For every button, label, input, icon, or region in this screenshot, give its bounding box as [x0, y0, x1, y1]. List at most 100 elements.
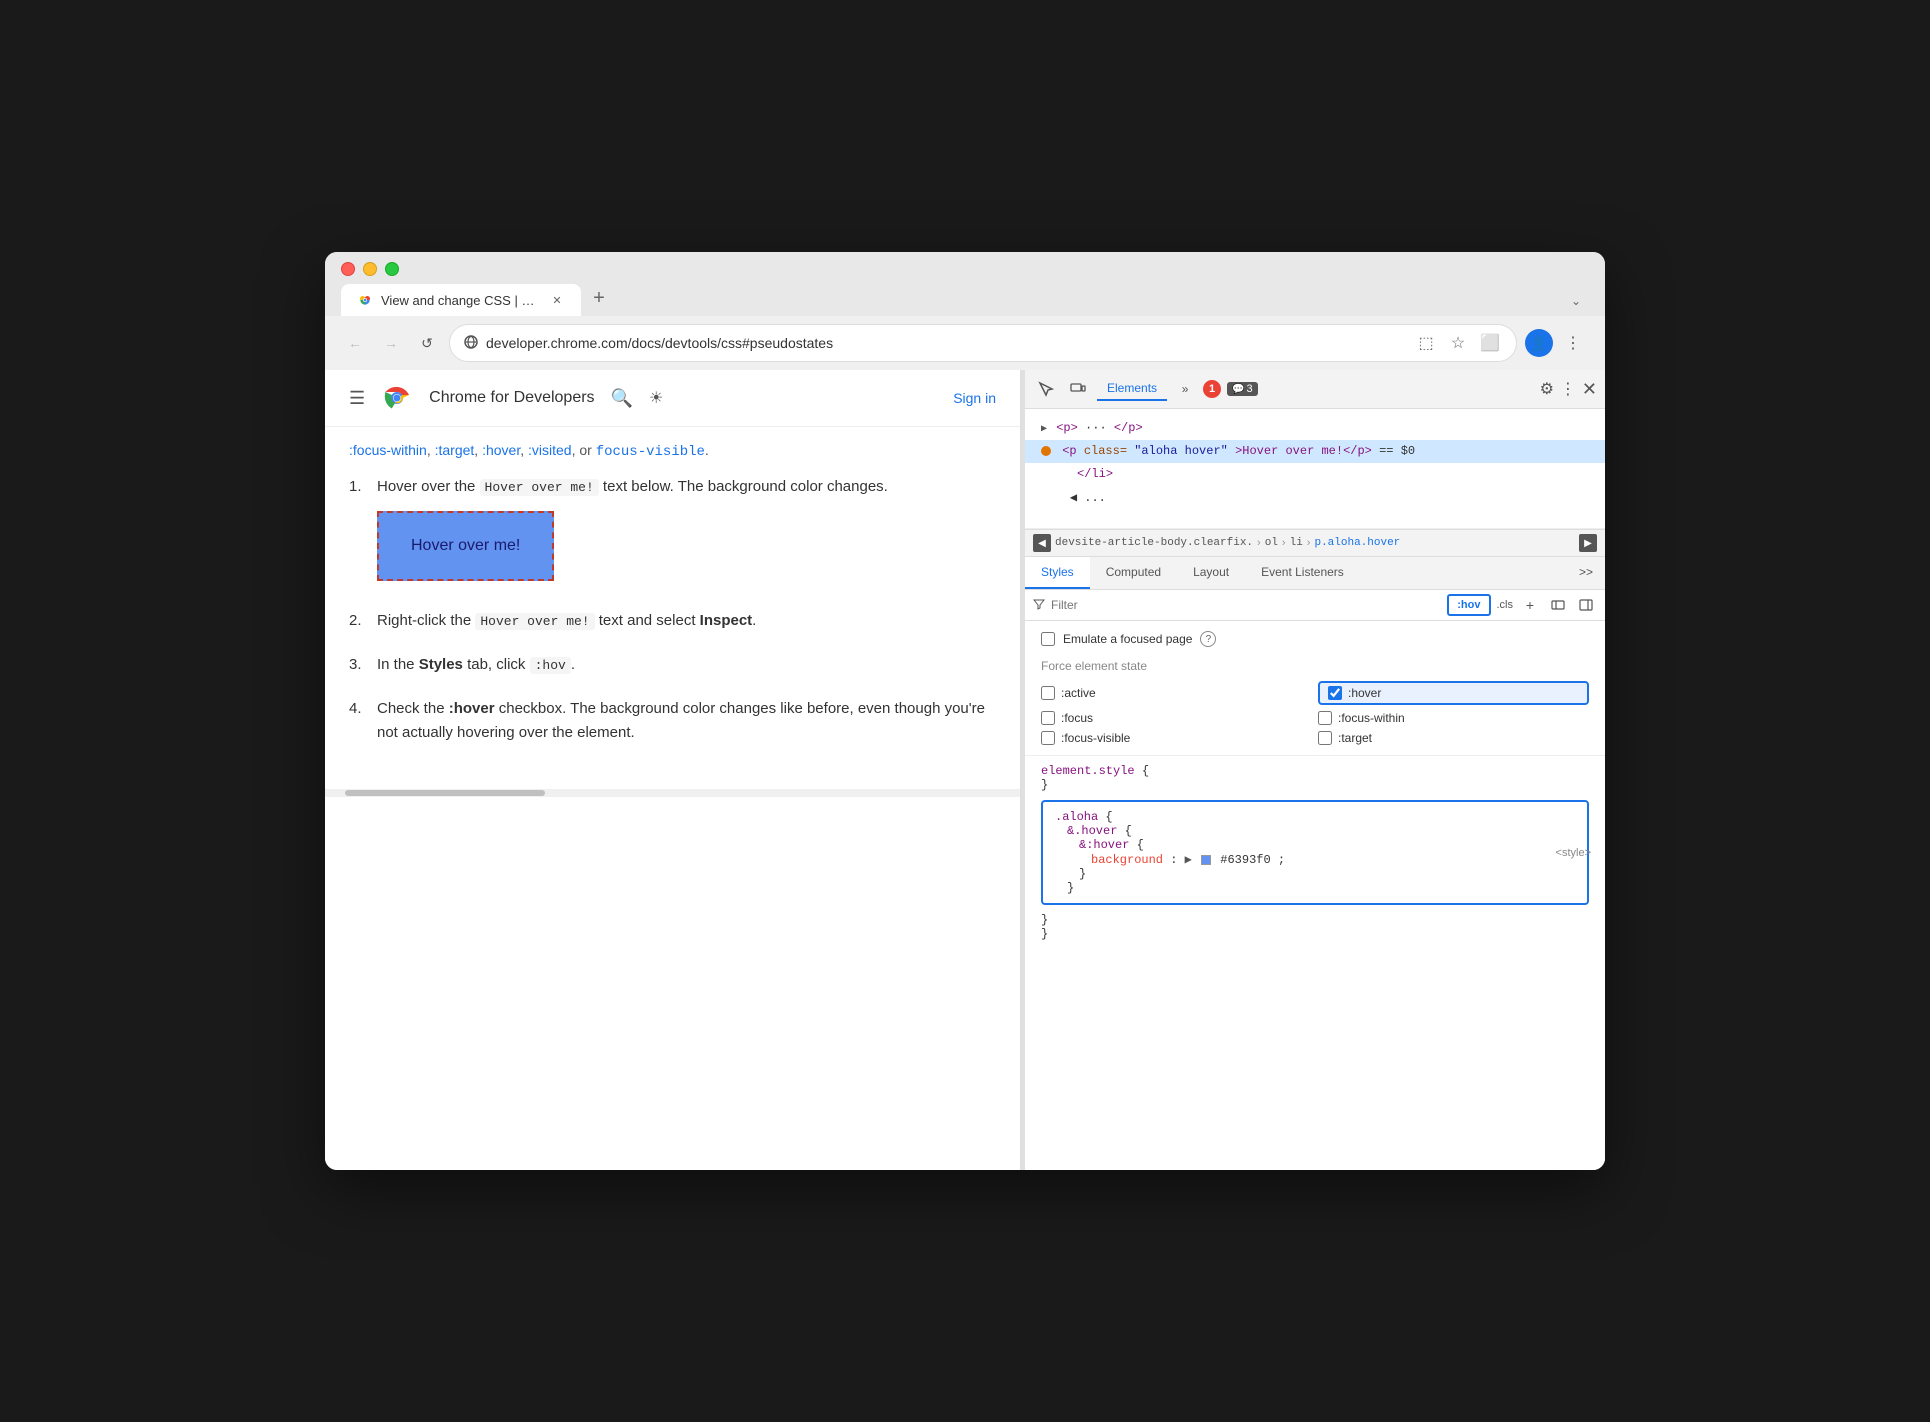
cast-button[interactable]: ⬚ [1414, 331, 1438, 355]
dom-li-close: </li> [1077, 467, 1113, 481]
state-target-checkbox[interactable] [1318, 731, 1332, 745]
state-hover: :hover [1318, 681, 1589, 705]
hamburger-icon[interactable]: ☰ [349, 388, 365, 409]
focus-within-link[interactable]: :focus-within [349, 442, 427, 458]
filter-input[interactable] [1051, 598, 1441, 612]
breadcrumb-item-3[interactable]: li [1290, 537, 1303, 549]
dom-p-open: <p [1062, 444, 1084, 458]
more-tools-button[interactable]: » [1173, 377, 1197, 401]
device-toggle-tool[interactable] [1065, 376, 1091, 402]
address-bar[interactable]: developer.chrome.com/docs/devtools/css#p… [449, 324, 1517, 362]
cls-button[interactable]: .cls [1497, 599, 1514, 611]
new-tab-button[interactable]: + [585, 284, 613, 312]
theme-toggle-icon[interactable]: ☀ [649, 388, 663, 408]
focus-visible-text: focus-visible [596, 444, 705, 460]
state-focus-checkbox[interactable] [1041, 711, 1055, 725]
tabs-row: View and change CSS | Chr ✕ + ⌄ [341, 284, 1589, 316]
breadcrumb-next-button[interactable]: ▶ [1579, 534, 1597, 552]
error-badge: 1 [1203, 380, 1221, 398]
title-bar: View and change CSS | Chr ✕ + ⌄ [325, 252, 1605, 316]
breadcrumb-prev-button[interactable]: ◀ [1033, 534, 1051, 552]
add-style-rule-button[interactable]: + [1519, 594, 1541, 616]
back-button[interactable]: ← [341, 329, 369, 357]
dom-expand-icon[interactable]: ▶ [1041, 424, 1047, 435]
state-focus-visible-checkbox[interactable] [1041, 731, 1055, 745]
hover-demo-box[interactable]: Hover over me! [377, 511, 554, 581]
browser-window: View and change CSS | Chr ✕ + ⌄ ← → ↺ de… [325, 252, 1605, 1170]
dom-line-4[interactable]: ◀ ... [1025, 487, 1605, 510]
emulate-help-icon[interactable]: ? [1200, 631, 1216, 647]
hov-button[interactable]: :hov [1447, 594, 1490, 616]
tab-computed[interactable]: Computed [1090, 557, 1177, 589]
step-1-text: Hover over the Hover over me! text below… [377, 475, 996, 499]
state-active-label: :active [1061, 686, 1096, 700]
emulate-focused-page-checkbox[interactable] [1041, 632, 1055, 646]
devtools-settings-button[interactable]: ⚙ [1540, 379, 1554, 399]
aloha-color-swatch[interactable] [1201, 855, 1211, 865]
state-focus-within-checkbox[interactable] [1318, 711, 1332, 725]
target-link[interactable]: :target [435, 442, 475, 458]
step-1: 1. Hover over the Hover over me! text be… [349, 475, 996, 589]
warning-count: 3 [1246, 383, 1252, 395]
aloha-color-value: #6393f0 [1220, 853, 1270, 867]
dom-ellipsis: ··· [1085, 421, 1114, 435]
step-3: 3. In the Styles tab, click :hov. [349, 653, 996, 677]
nav-bar: ← → ↺ developer.chrome.com/docs/devtools… [325, 316, 1605, 370]
toolbar-actions: 👤 ⋮ [1525, 327, 1589, 359]
tab-event-listeners[interactable]: Event Listeners [1245, 557, 1360, 589]
outer-close-2: } [1041, 927, 1048, 941]
breadcrumb-item-4[interactable]: p.aloha.hover [1314, 537, 1400, 549]
state-active-checkbox[interactable] [1041, 686, 1055, 700]
horizontal-scrollbar[interactable] [325, 789, 1020, 797]
horizontal-scrollbar-thumb[interactable] [345, 790, 545, 796]
refresh-button[interactable]: ↺ [413, 329, 441, 357]
breadcrumb-item-2[interactable]: ol [1265, 537, 1278, 549]
dom-line-1[interactable]: ▶ <p> ··· </p> [1025, 417, 1605, 440]
tab-layout[interactable]: Layout [1177, 557, 1245, 589]
forward-button[interactable]: → [377, 329, 405, 357]
site-header: ☰ Chrome for Developers 🔍 ☀ Sign in [325, 370, 1020, 427]
step-4-text: Check the :hover checkbox. The backgroun… [377, 697, 996, 745]
elements-tab[interactable]: Elements [1097, 377, 1167, 401]
dom-p-close2: >Hover over me!</p> [1235, 444, 1372, 458]
extension-button[interactable]: ⬜ [1478, 331, 1502, 355]
step-2-num: 2. [349, 609, 369, 633]
styles-panel: Styles Computed Layout Event Listeners >… [1025, 557, 1605, 1170]
close-window-button[interactable] [341, 262, 355, 276]
devtools-menu-button[interactable]: ⋮ [1560, 379, 1576, 399]
profile-button[interactable]: 👤 [1525, 329, 1553, 357]
tab-styles[interactable]: Styles [1025, 557, 1090, 589]
minimize-window-button[interactable] [363, 262, 377, 276]
state-target-label: :target [1338, 731, 1372, 745]
maximize-window-button[interactable] [385, 262, 399, 276]
state-focus-label: :focus [1061, 711, 1093, 725]
sidebar-toggle[interactable] [1575, 594, 1597, 616]
tab-dropdown-button[interactable]: ⌄ [1563, 290, 1589, 312]
outer-close-block: } } [1041, 913, 1589, 941]
state-hover-checkbox[interactable] [1328, 686, 1342, 700]
breadcrumb-item-1[interactable]: devsite-article-body.clearfix. [1055, 537, 1253, 549]
bookmark-button[interactable]: ☆ [1446, 331, 1470, 355]
filter-icon [1033, 598, 1045, 613]
dom-line-2[interactable]: <p class= "aloha hover" >Hover over me!<… [1025, 440, 1605, 463]
styles-tab-more[interactable]: >> [1567, 557, 1605, 589]
visited-link[interactable]: :visited [528, 442, 572, 458]
dom-line-3[interactable]: </li> [1025, 463, 1605, 486]
active-tab[interactable]: View and change CSS | Chr ✕ [341, 284, 581, 316]
aloha-pseudo-close-line: } [1055, 867, 1575, 881]
aloha-arrow-icon[interactable]: ▶ [1185, 853, 1192, 867]
traffic-lights [341, 262, 1589, 276]
dom-class-value: "aloha hover" [1134, 444, 1228, 458]
secure-icon [464, 335, 478, 352]
signin-button[interactable]: Sign in [953, 390, 996, 406]
hover-link[interactable]: :hover [482, 442, 520, 458]
devtools-close-button[interactable]: ✕ [1582, 379, 1597, 400]
menu-button[interactable]: ⋮ [1557, 327, 1589, 359]
element-selector-tool[interactable] [1033, 376, 1059, 402]
step-1-num: 1. [349, 475, 369, 589]
article-steps: 1. Hover over the Hover over me! text be… [349, 475, 996, 745]
element-style-toggle[interactable] [1547, 594, 1569, 616]
tab-close-button[interactable]: ✕ [549, 292, 565, 308]
search-icon[interactable]: 🔍 [611, 388, 633, 409]
state-focus-within-label: :focus-within [1338, 711, 1405, 725]
